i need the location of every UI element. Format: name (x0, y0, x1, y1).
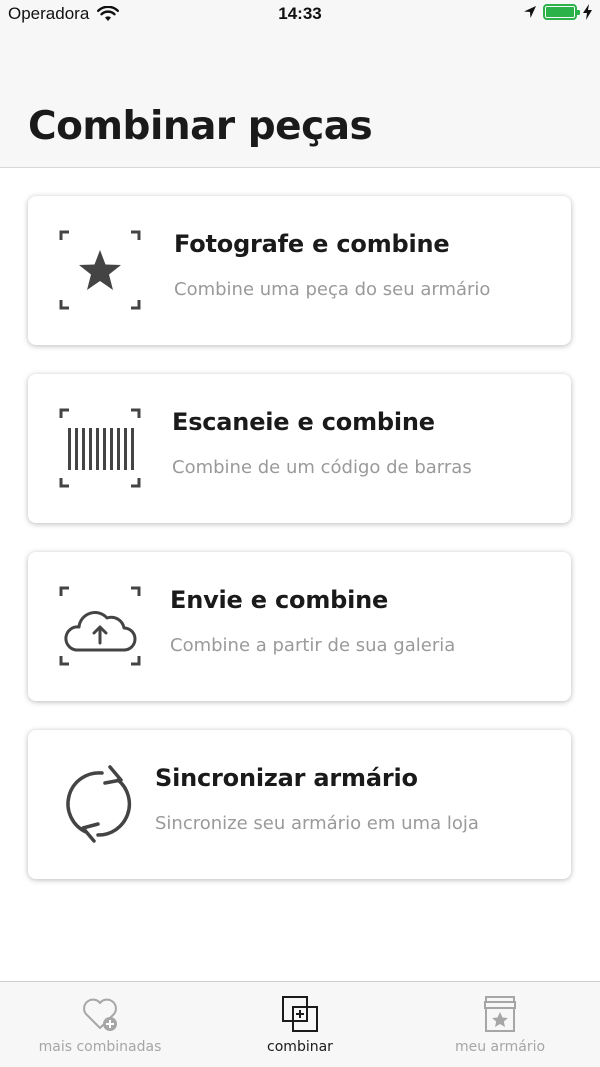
upload-combine-card[interactable]: Envie e combine Combine a partir de sua … (28, 552, 571, 701)
status-bar: Operadora 14:33 (0, 0, 600, 30)
tab-label: mais combinadas (38, 1039, 162, 1055)
barcode-scan-icon (59, 408, 141, 488)
card-title: Fotografe e combine (174, 230, 450, 258)
card-title: Envie e combine (170, 586, 389, 614)
status-right (523, 4, 592, 20)
heart-plus-icon (83, 998, 117, 1031)
battery-icon (543, 4, 580, 20)
card-title: Sincronizar armário (155, 764, 418, 792)
tab-label: combinar (267, 1039, 333, 1055)
tab-meu-armario[interactable]: meu armário (400, 982, 600, 1067)
sync-icon (66, 765, 132, 843)
battery-cap (577, 10, 580, 15)
location-arrow-icon (524, 6, 536, 18)
card-subtitle: Combine a partir de sua galeria (170, 635, 456, 656)
card-subtitle: Combine de um código de barras (172, 457, 472, 478)
tab-bar: mais combinadas combinar meu armário (0, 981, 600, 1067)
card-subtitle: Sincronize seu armário em uma loja (155, 813, 479, 834)
battery-fill (546, 7, 574, 17)
combine-squares-icon (282, 996, 318, 1032)
sync-wardrobe-card[interactable]: Sincronizar armário Sincronize seu armár… (28, 730, 571, 879)
card-title: Escaneie e combine (172, 408, 435, 436)
charging-bolt-icon (583, 4, 592, 20)
tab-combinar[interactable]: combinar (200, 982, 400, 1067)
tab-label: meu armário (454, 1039, 546, 1055)
photo-combine-card[interactable]: Fotografe e combine Combine uma peça do … (28, 196, 571, 345)
page-title: Combinar peças (28, 104, 373, 149)
camera-frame-star-icon (59, 230, 141, 310)
tab-mais-combinadas[interactable]: mais combinadas (0, 982, 200, 1067)
cloud-upload-icon (59, 586, 141, 666)
barcode-combine-card[interactable]: Escaneie e combine Combine de um código … (28, 374, 571, 523)
card-subtitle: Combine uma peça do seu armário (174, 279, 491, 300)
wardrobe-star-icon (484, 996, 516, 1032)
status-time: 14:33 (278, 4, 322, 23)
page-header: Combinar peças (0, 30, 600, 168)
